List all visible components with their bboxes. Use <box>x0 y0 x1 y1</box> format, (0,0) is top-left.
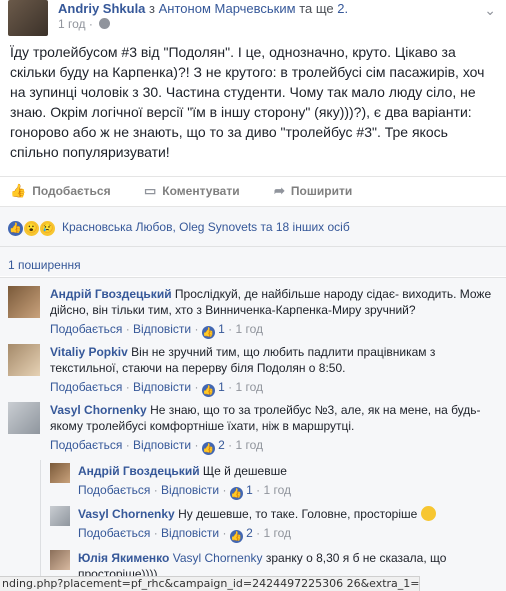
like-badge-icon: 👍 <box>201 442 215 455</box>
comment-time[interactable]: 1 год <box>236 380 264 394</box>
reply-author-link[interactable]: Vasyl Chornenky <box>78 507 175 521</box>
comment: Андрій Гвоздецький Прослідкуй, де найбіл… <box>8 286 498 340</box>
commenter-avatar[interactable] <box>8 344 40 376</box>
comment-reply-link[interactable]: Відповісти <box>133 322 191 336</box>
like-badge-icon: 👍 <box>229 530 243 543</box>
share-button[interactable]: ➦ Поширити <box>274 183 352 199</box>
reply-text: Ну дешевше, то таке. Головне, просторіше <box>178 507 418 521</box>
post-header: Andriy Shkula з Антоном Марчевським та щ… <box>0 0 506 36</box>
comment-author-link[interactable]: Андрій Гвоздецький <box>50 287 172 301</box>
comment-like-count[interactable]: 1 <box>218 380 225 394</box>
post-timestamp[interactable]: 1 год · <box>58 17 111 31</box>
reactors-link[interactable]: Красновська Любов, Oleg Synovets та 18 і… <box>62 220 350 234</box>
comment-meta: Подобається · Відповісти · 👍 2 · 1 год <box>50 438 264 455</box>
post-actions-bar: 👍 Подобається ▭ Коментувати ➦ Поширити <box>0 176 506 204</box>
comment-icon: ▭ <box>144 183 157 198</box>
reaction-icons[interactable]: 👍 😮 😢 <box>8 220 56 236</box>
reply-like-count[interactable]: 2 <box>246 526 253 540</box>
chevron-down-icon[interactable]: ⌄ <box>484 2 496 19</box>
mention-link[interactable]: Vasyl Chornenky <box>173 551 263 565</box>
dot-separator: · <box>88 17 93 31</box>
reply-reply-link[interactable]: Відповісти <box>161 483 219 497</box>
reply-author-link[interactable]: Андрій Гвоздецький <box>78 464 200 478</box>
with-prefix: з <box>149 1 156 16</box>
browser-status-url: nding.php?placement=pf_rhc&campaign_id=2… <box>0 576 420 591</box>
comment: Vitaliy Popkiv Він не зручний тим, що лю… <box>8 344 498 398</box>
like-badge-icon: 👍 <box>201 326 215 339</box>
smile-emoji-icon <box>420 506 436 521</box>
globe-icon <box>99 18 111 29</box>
reply-time[interactable]: 1 год <box>264 483 292 497</box>
like-badge-icon: 👍 <box>201 384 215 397</box>
with-suffix: та ще <box>299 1 334 16</box>
author-line: Andriy Shkula з Антоном Марчевським та щ… <box>58 1 348 16</box>
comment-reply-link[interactable]: Відповісти <box>133 380 191 394</box>
comment-time[interactable]: 1 год <box>236 322 264 336</box>
like-button[interactable]: 👍 Подобається <box>10 183 111 199</box>
like-badge-icon: 👍 <box>229 487 243 500</box>
post-time[interactable]: 1 год <box>58 17 86 31</box>
reply-text: Ще й дешевше <box>202 464 287 478</box>
comment-like-link[interactable]: Подобається <box>50 438 122 452</box>
shares-row: 1 поширення <box>0 246 506 276</box>
reply: Vasyl Chornenky Ну дешевше, то таке. Гол… <box>50 506 500 546</box>
replier-avatar[interactable] <box>50 463 70 483</box>
reply-like-count[interactable]: 1 <box>246 483 253 497</box>
thumbs-up-icon: 👍 <box>10 183 27 198</box>
reply-meta: Подобається · Відповісти · 👍 1 · 1 год <box>78 483 292 500</box>
like-label: Подобається <box>32 184 111 198</box>
comment-label: Коментувати <box>162 184 240 198</box>
share-icon: ➦ <box>274 183 285 198</box>
replier-avatar[interactable] <box>50 506 70 526</box>
share-label: Поширити <box>290 184 353 198</box>
reply-author-link[interactable]: Юлія Якименко <box>78 551 169 565</box>
comment-meta: Подобається · Відповісти · 👍 1 · 1 год <box>50 322 264 339</box>
comment-author-link[interactable]: Vitaliy Popkiv <box>50 345 128 359</box>
reply-like-link[interactable]: Подобається <box>78 483 150 497</box>
comment-time[interactable]: 1 год <box>236 438 264 452</box>
comment-author-link[interactable]: Vasyl Chornenky <box>50 403 147 417</box>
reply-like-link[interactable]: Подобається <box>78 526 150 540</box>
comment-like-count[interactable]: 2 <box>218 438 225 452</box>
author-avatar[interactable] <box>8 0 48 36</box>
comment-button[interactable]: ▭ Коментувати <box>144 183 240 199</box>
reply-thread-line <box>40 460 41 591</box>
tagged-person-link[interactable]: Антоном Марчевським <box>159 1 296 16</box>
reply-reply-link[interactable]: Відповісти <box>161 526 219 540</box>
tagged-others-link[interactable]: 2. <box>337 1 348 16</box>
reply: Андрій Гвоздецький Ще й дешевше Подобаєт… <box>50 463 500 503</box>
wow-icon: 😮 <box>24 221 39 236</box>
post-text: Їду тролейбусом #3 від "Подолян". І це, … <box>10 44 485 160</box>
comment-like-link[interactable]: Подобається <box>50 322 122 336</box>
comments-section: Андрій Гвоздецький Прослідкуй, де найбіл… <box>0 277 506 591</box>
like-icon: 👍 <box>8 221 23 236</box>
replier-avatar[interactable] <box>50 550 70 570</box>
comment-meta: Подобається · Відповісти · 👍 1 · 1 год <box>50 380 264 397</box>
commenter-avatar[interactable] <box>8 402 40 434</box>
comment-like-link[interactable]: Подобається <box>50 380 122 394</box>
comment-like-count[interactable]: 1 <box>218 322 225 336</box>
reply-time[interactable]: 1 год <box>264 526 292 540</box>
reply-meta: Подобається · Відповісти · 👍 2 · 1 год <box>78 526 292 543</box>
reactions-bar: 👍 😮 😢 Красновська Любов, Oleg Synovets та … <box>0 206 506 246</box>
comment-reply-link[interactable]: Відповісти <box>133 438 191 452</box>
author-name-link[interactable]: Andriy Shkula <box>58 1 145 16</box>
sad-icon: 😢 <box>40 221 55 236</box>
commenter-avatar[interactable] <box>8 286 40 318</box>
comment: Vasyl Chornenky Не знаю, що то за тролей… <box>8 402 498 456</box>
shares-count-link[interactable]: 1 поширення <box>8 258 81 272</box>
